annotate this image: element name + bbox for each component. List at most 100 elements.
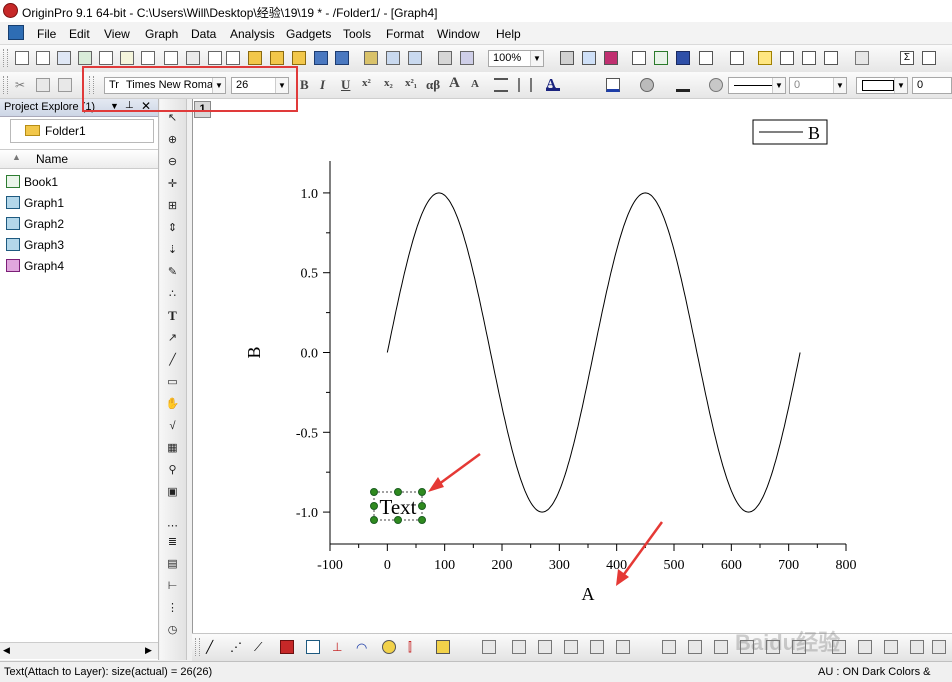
- data-selector-icon[interactable]: ⇕: [165, 221, 180, 235]
- rotate-icon[interactable]: [932, 640, 946, 654]
- new-script-icon[interactable]: [208, 51, 222, 65]
- layer-icon[interactable]: [632, 51, 646, 65]
- document-menu-icon[interactable]: [8, 25, 24, 40]
- line-tool-icon[interactable]: ╱: [165, 353, 180, 367]
- layer-data-icon[interactable]: ⋮: [165, 601, 180, 615]
- open-template-icon[interactable]: [270, 51, 284, 65]
- superscript-button[interactable]: x²: [362, 77, 371, 89]
- pattern-icon[interactable]: [640, 78, 654, 92]
- print-icon[interactable]: [560, 51, 574, 65]
- contour-icon[interactable]: [564, 640, 578, 654]
- border-width-combo[interactable]: 0: [912, 77, 952, 94]
- menu-view[interactable]: View: [104, 27, 130, 41]
- axes[interactable]: [329, 161, 846, 545]
- line-color-icon[interactable]: [676, 78, 690, 92]
- copy-page-icon[interactable]: [604, 51, 618, 65]
- paste-icon[interactable]: [58, 78, 72, 92]
- chevron-down-icon[interactable]: ▼: [894, 78, 907, 93]
- chevron-down-icon[interactable]: ▼: [833, 78, 846, 93]
- zoom-combo[interactable]: 100% ▼: [488, 50, 544, 67]
- chevron-down-icon[interactable]: ▼: [772, 78, 785, 93]
- 3d-scatter-icon[interactable]: [538, 640, 552, 654]
- selection-handle[interactable]: [418, 502, 426, 510]
- new-3d-icon[interactable]: [186, 51, 200, 65]
- screen-reader-icon[interactable]: ✛: [165, 177, 180, 191]
- y-axis-title[interactable]: B: [244, 346, 264, 358]
- zoom-out-icon[interactable]: ⊖: [165, 155, 180, 169]
- save-template-icon[interactable]: [335, 51, 349, 65]
- cut-icon[interactable]: ✂: [15, 78, 29, 92]
- insert-equation-icon[interactable]: √: [165, 419, 180, 433]
- toolbar-grip[interactable]: [195, 638, 200, 656]
- add-layer-icon[interactable]: [855, 51, 869, 65]
- zoom-in-icon[interactable]: ⊕: [165, 133, 180, 147]
- layer-list-icon[interactable]: ≣: [165, 535, 180, 549]
- align-icon[interactable]: [494, 78, 508, 92]
- graph-page[interactable]: -100 0 100 200 300 400 500 600 700 800 1.0 0.5 0.0 -0…: [192, 99, 952, 633]
- results-log-icon[interactable]: [654, 51, 668, 65]
- axis-tool-icon[interactable]: ⊢: [165, 579, 180, 593]
- column-align-icon[interactable]: [518, 78, 532, 92]
- menu-graph[interactable]: Graph: [145, 27, 178, 41]
- new-excel-icon[interactable]: [99, 51, 113, 65]
- save-project-icon[interactable]: [314, 51, 328, 65]
- font-color-icon[interactable]: A: [546, 77, 560, 92]
- import-wizard-icon[interactable]: [408, 51, 422, 65]
- list-item[interactable]: Graph3: [0, 235, 158, 255]
- legend-update-icon[interactable]: ▤: [165, 557, 180, 571]
- selection-handle[interactable]: [394, 488, 402, 496]
- open-excel-icon[interactable]: [292, 51, 306, 65]
- hand-icon[interactable]: ✋: [165, 397, 180, 411]
- scatter-plot-icon[interactable]: ⋰: [230, 640, 244, 654]
- menu-window[interactable]: Window: [437, 27, 480, 41]
- back-icon[interactable]: [910, 640, 924, 654]
- supersub-button[interactable]: x²₁: [405, 77, 417, 89]
- scroll-right-icon[interactable]: ▶: [145, 645, 152, 656]
- selection-handle[interactable]: [370, 516, 378, 524]
- timer-icon[interactable]: ◷: [165, 623, 180, 637]
- selection-handle[interactable]: [418, 488, 426, 496]
- border-style-combo[interactable]: ▼: [856, 77, 908, 94]
- 3d-bar-icon[interactable]: [512, 640, 526, 654]
- project-explorer-icon[interactable]: [730, 51, 744, 65]
- open-icon[interactable]: [248, 51, 262, 65]
- arrow-tool-icon[interactable]: ↗: [165, 331, 180, 345]
- menu-gadgets[interactable]: Gadgets: [286, 27, 331, 41]
- list-item[interactable]: Graph1: [0, 193, 158, 213]
- menu-analysis[interactable]: Analysis: [230, 27, 275, 41]
- decrease-font-button[interactable]: A: [471, 78, 479, 90]
- insert-graph-icon[interactable]: ▦: [165, 441, 180, 455]
- toolbar-grip[interactable]: ⋯: [165, 519, 180, 533]
- insert-link-icon[interactable]: ⚲: [165, 463, 180, 477]
- name-column-header[interactable]: ▲ Name: [0, 149, 158, 169]
- image-plot-icon[interactable]: [616, 640, 630, 654]
- refresh-icon[interactable]: [460, 51, 474, 65]
- 3d-surface-icon[interactable]: [482, 640, 496, 654]
- selection-handle[interactable]: [370, 488, 378, 496]
- new-layout-icon[interactable]: [141, 51, 155, 65]
- region-icon[interactable]: ∴: [165, 287, 180, 301]
- template-icon[interactable]: [436, 640, 450, 654]
- toolbar-grip[interactable]: [3, 49, 8, 67]
- bold-button[interactable]: B: [300, 77, 309, 93]
- export-icon[interactable]: [582, 51, 596, 65]
- selection-handle[interactable]: [394, 516, 402, 524]
- folder-tree[interactable]: Folder1: [10, 119, 154, 143]
- horizontal-scrollbar[interactable]: ◀ ▶: [0, 642, 158, 659]
- box-plot-icon[interactable]: ⊥: [332, 640, 346, 654]
- column-plot-icon[interactable]: [280, 640, 294, 654]
- subscript-button[interactable]: x₂: [384, 77, 393, 89]
- fill-color-icon[interactable]: [606, 78, 620, 92]
- increase-font-button[interactable]: A: [449, 75, 460, 92]
- text-tool-icon[interactable]: T: [165, 309, 180, 323]
- menu-format[interactable]: Format: [386, 27, 424, 41]
- list-item[interactable]: Graph2: [0, 214, 158, 234]
- x-axis-title[interactable]: A: [582, 584, 595, 604]
- import-multiple-icon[interactable]: [386, 51, 400, 65]
- toolbar-grip[interactable]: [3, 76, 8, 94]
- new-notes-icon[interactable]: [120, 51, 134, 65]
- line-plot-icon[interactable]: ╱: [206, 640, 220, 654]
- selection-handle[interactable]: [370, 502, 378, 510]
- new-project-icon[interactable]: [15, 51, 29, 65]
- menu-data[interactable]: Data: [191, 27, 216, 41]
